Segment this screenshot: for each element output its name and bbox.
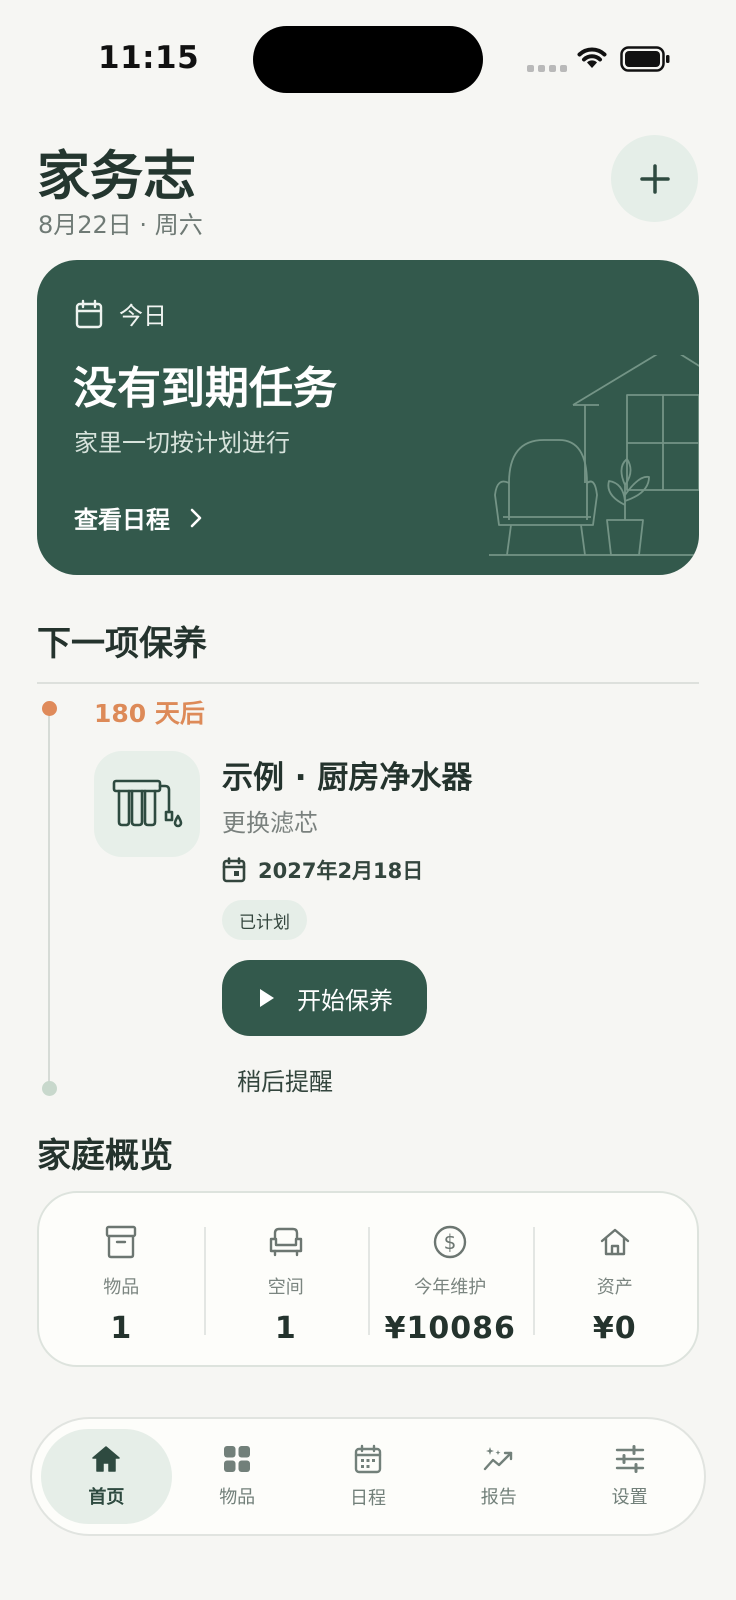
stat-value: 1 [110, 1311, 133, 1346]
today-headline: 没有到期任务 [73, 363, 337, 414]
next-maintenance-title: 下一项保养 [37, 624, 207, 664]
item-name: 示例 · 厨房净水器 [222, 760, 473, 796]
remind-later-button[interactable]: 稍后提醒 [237, 1062, 333, 1097]
overview-title: 家庭概览 [37, 1136, 173, 1176]
task-date: 2027年2月18日 [258, 859, 424, 883]
stat-value: 1 [274, 1311, 297, 1346]
status-badge: 已计划 [222, 900, 307, 940]
battery-icon [620, 46, 670, 72]
stat-label: 今年维护 [414, 1277, 487, 1298]
svg-text:$: $ [444, 1230, 457, 1254]
tab-label: 设置 [611, 1486, 648, 1508]
today-card: 今日 没有到期任务 家里一切按计划进行 查看日程 [37, 260, 699, 575]
section-divider [37, 682, 699, 684]
grid-icon [224, 1445, 251, 1472]
view-schedule-link[interactable]: 查看日程 [74, 500, 202, 535]
today-subtitle: 家里一切按计划进行 [74, 429, 290, 457]
due-in-label: 180 天后 [94, 699, 205, 728]
add-button[interactable] [611, 135, 698, 222]
stat-value: ¥0 [592, 1311, 637, 1346]
today-label-row: 今日 [75, 296, 167, 331]
sliders-icon [615, 1444, 644, 1473]
stat-label: 资产 [596, 1277, 633, 1298]
tab-label: 首页 [88, 1486, 125, 1508]
archive-box-icon [105, 1223, 137, 1261]
date-subtitle: 8月22日 · 周六 [38, 211, 203, 239]
stat-assets[interactable]: 资产 ¥0 [532, 1193, 698, 1365]
start-maintenance-label: 开始保养 [297, 986, 393, 1015]
tab-label: 日程 [349, 1487, 386, 1509]
dynamic-island [253, 26, 483, 93]
tab-reports[interactable]: 报告 [433, 1429, 564, 1524]
house-illustration [489, 355, 699, 556]
start-maintenance-button[interactable]: 开始保养 [222, 960, 427, 1036]
timeline-dot-end [42, 1081, 57, 1096]
tab-label: 物品 [219, 1486, 256, 1508]
status-time: 11:15 [98, 40, 200, 76]
play-icon [260, 989, 274, 1007]
calendar-icon [354, 1444, 382, 1473]
timeline-line [48, 708, 50, 1088]
wifi-icon [577, 47, 607, 68]
chart-sparkle-icon [483, 1446, 512, 1470]
task-name: 更换滤芯 [222, 809, 318, 837]
stat-spaces[interactable]: 空间 1 [203, 1193, 369, 1365]
calendar-icon [75, 299, 103, 328]
dollar-circle-icon: $ [433, 1223, 467, 1261]
chevron-right-icon [190, 508, 202, 527]
house-icon [599, 1223, 631, 1261]
home-icon [92, 1445, 121, 1472]
task-date-row: 2027年2月18日 [222, 855, 423, 885]
timeline-dot-due [42, 701, 57, 716]
tab-schedule[interactable]: 日程 [303, 1429, 434, 1524]
stat-items[interactable]: 物品 1 [39, 1193, 204, 1365]
calendar-icon [222, 857, 246, 883]
overview-card: 物品 1 空间 1 $ 今年维护 ¥10086 资产 ¥0 [37, 1191, 699, 1367]
today-label: 今日 [119, 302, 167, 330]
item-thumbnail[interactable] [94, 751, 200, 857]
page-title: 家务志 [37, 146, 196, 207]
view-schedule-label: 查看日程 [74, 506, 170, 534]
tab-home[interactable]: 首页 [41, 1429, 172, 1524]
tab-settings[interactable]: 设置 [564, 1429, 695, 1524]
water-filter-icon [112, 779, 183, 828]
plus-icon [639, 163, 670, 194]
tab-bar: 首页 物品 日程 报告 设置 [30, 1417, 706, 1536]
sofa-icon [268, 1223, 304, 1261]
stat-value: ¥10086 [384, 1311, 516, 1346]
stat-label: 空间 [267, 1277, 304, 1298]
status-bar: 11:15 [0, 0, 736, 120]
stat-maintenance-cost[interactable]: $ 今年维护 ¥10086 [368, 1193, 533, 1365]
tab-items[interactable]: 物品 [172, 1429, 303, 1524]
stat-label: 物品 [103, 1277, 140, 1298]
tab-label: 报告 [480, 1486, 517, 1508]
cellular-signal-icon [527, 65, 567, 72]
